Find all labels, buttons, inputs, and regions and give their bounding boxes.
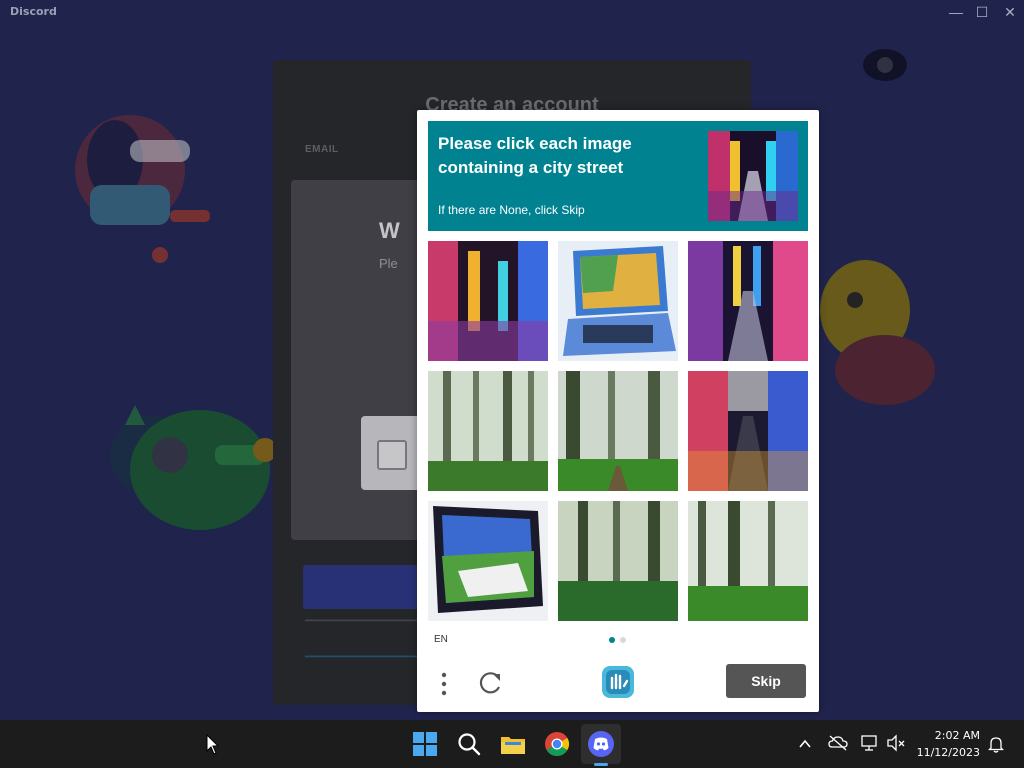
menu-icon[interactable]	[439, 670, 449, 698]
prompt-subtext: If there are None, click Skip	[438, 203, 585, 217]
skip-button[interactable]: Skip	[726, 664, 806, 698]
image-tile-6[interactable]	[688, 371, 808, 491]
page-dot	[620, 637, 626, 643]
image-tile-8[interactable]	[558, 501, 678, 621]
network-icon[interactable]	[860, 734, 880, 752]
clock-date[interactable]: 11/12/2023	[910, 746, 980, 759]
mouse-cursor-icon	[206, 734, 220, 755]
language-selector[interactable]: EN	[434, 634, 448, 645]
onedrive-offline-icon[interactable]	[828, 734, 848, 752]
image-tile-7[interactable]	[428, 501, 548, 621]
image-tile-2[interactable]	[558, 241, 678, 361]
image-tile-9[interactable]	[688, 501, 808, 621]
prompt-text: Please click each image containing a cit…	[438, 134, 632, 177]
volume-muted-icon[interactable]	[886, 734, 906, 752]
captcha-footer: Skip	[417, 650, 819, 712]
image-tile-5[interactable]	[558, 371, 678, 491]
image-tile-4[interactable]	[428, 371, 548, 491]
chevron-up-icon[interactable]	[798, 737, 812, 751]
search-icon[interactable]	[455, 730, 483, 758]
chrome-icon[interactable]	[543, 730, 571, 758]
taskbar: 2:02 AM 11/12/2023	[0, 720, 1024, 768]
refresh-icon[interactable]	[477, 670, 503, 696]
image-grid	[428, 241, 808, 621]
active-app-indicator	[594, 763, 608, 766]
image-tile-1[interactable]	[428, 241, 548, 361]
clock-time[interactable]: 2:02 AM	[910, 729, 980, 742]
page-dot-active	[609, 637, 615, 643]
discord-icon[interactable]	[587, 730, 615, 758]
captcha-challenge: Please click each image containing a cit…	[417, 110, 819, 712]
notification-bell-icon[interactable]	[988, 735, 1004, 753]
image-tile-3[interactable]	[688, 241, 808, 361]
start-icon[interactable]	[411, 730, 439, 758]
example-image	[708, 131, 798, 221]
file-explorer-icon[interactable]	[499, 730, 527, 758]
hcaptcha-logo-icon	[602, 666, 634, 698]
challenge-prompt: Please click each image containing a cit…	[428, 121, 808, 231]
